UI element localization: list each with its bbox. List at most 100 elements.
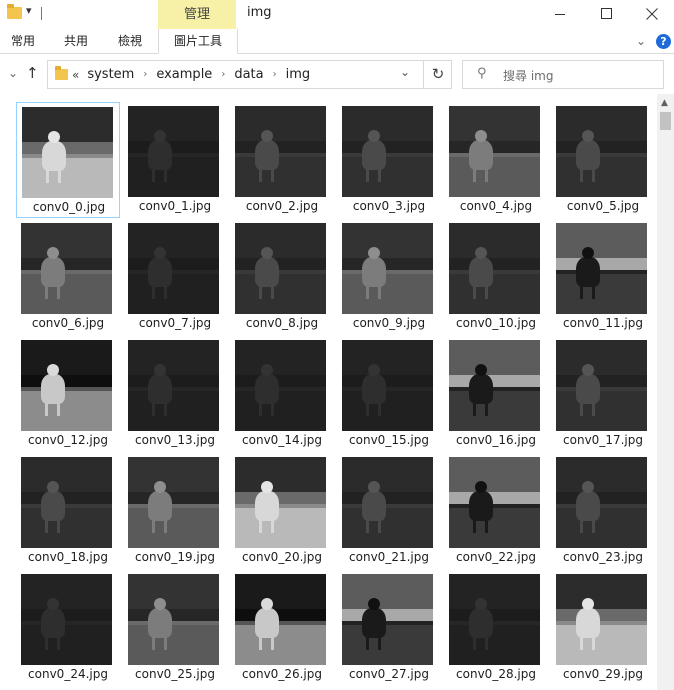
recent-locations-chevron-icon[interactable]: ⌄ (8, 66, 18, 80)
up-arrow-icon[interactable]: ↑ (26, 64, 39, 82)
file-item[interactable]: conv0_10.jpg (444, 219, 548, 335)
file-item[interactable]: conv0_8.jpg (230, 219, 334, 335)
file-item[interactable]: conv0_9.jpg (337, 219, 441, 335)
thumbnail-tree-region (235, 223, 326, 258)
file-thumbnail (449, 106, 540, 197)
file-item[interactable]: conv0_23.jpg (551, 453, 655, 569)
file-item[interactable]: conv0_3.jpg (337, 102, 441, 218)
file-item[interactable]: conv0_16.jpg (444, 336, 548, 452)
thumbnail-dog-leg (58, 167, 61, 183)
file-item[interactable]: conv0_15.jpg (337, 336, 441, 452)
breadcrumb-item-system[interactable]: system (87, 67, 134, 82)
file-item[interactable]: conv0_18.jpg (16, 453, 120, 569)
file-item[interactable]: conv0_5.jpg (551, 102, 655, 218)
thumbnail-dog-head (582, 364, 594, 376)
file-name-label: conv0_25.jpg (135, 667, 215, 681)
thumbnail-dog-leg (592, 634, 595, 650)
expand-ribbon-chevron-icon[interactable]: ⌄ (636, 34, 646, 48)
breadcrumb-separator-icon[interactable]: › (143, 69, 147, 80)
address-dropdown-icon[interactable]: ⌄ (400, 65, 410, 79)
address-bar[interactable]: « system › example › data › img ⌄ ↻ (47, 60, 452, 89)
thumbnail-dog-head (47, 598, 59, 610)
thumbnail-dog-leg (164, 400, 167, 416)
file-item[interactable]: conv0_14.jpg (230, 336, 334, 452)
file-name-label: conv0_7.jpg (138, 316, 212, 330)
thumbnail-dog-leg (592, 517, 595, 533)
search-box[interactable]: ⚲ 搜尋 img (462, 60, 664, 89)
file-item[interactable]: conv0_22.jpg (444, 453, 548, 569)
context-tab-manage[interactable]: 管理 (158, 0, 236, 30)
file-name-label: conv0_27.jpg (349, 667, 429, 681)
close-button[interactable] (629, 0, 674, 29)
file-item[interactable]: conv0_17.jpg (551, 336, 655, 452)
breadcrumb-separator-icon[interactable]: › (273, 69, 277, 80)
thumbnail-dog-leg (485, 400, 488, 416)
thumbnail-dog-leg (152, 166, 155, 182)
file-item[interactable]: conv0_29.jpg (551, 570, 655, 686)
file-thumbnail (556, 106, 647, 197)
title-bar: ▾ 管理 img (0, 0, 674, 30)
file-item[interactable]: conv0_21.jpg (337, 453, 441, 569)
thumbnail-dog-leg (378, 166, 381, 182)
tab-view[interactable]: 檢視 (106, 29, 154, 53)
file-item[interactable]: conv0_13.jpg (123, 336, 227, 452)
vertical-scrollbar[interactable]: ▲ (657, 94, 674, 690)
quick-access-dropdown-icon[interactable]: ▾ (26, 4, 32, 17)
breadcrumb-item-data[interactable]: data (234, 67, 263, 82)
scroll-up-icon[interactable]: ▲ (661, 98, 668, 108)
file-item[interactable]: conv0_12.jpg (16, 336, 120, 452)
file-item[interactable]: conv0_4.jpg (444, 102, 548, 218)
file-item[interactable]: conv0_1.jpg (123, 102, 227, 218)
breadcrumb-item-example[interactable]: example (156, 67, 212, 82)
file-name-label: conv0_10.jpg (456, 316, 536, 330)
thumbnail-tree-region (235, 574, 326, 609)
file-item[interactable]: conv0_0.jpg (16, 102, 120, 218)
thumbnail-dog-leg (366, 166, 369, 182)
thumbnail-dog-head (47, 481, 59, 493)
folder-icon (55, 66, 68, 80)
thumbnail-ground-region (342, 273, 433, 314)
thumbnail-tree-region (449, 223, 540, 258)
thumbnail-dog-head (475, 481, 487, 493)
help-icon[interactable]: ? (656, 34, 671, 49)
scrollbar-thumb[interactable] (660, 112, 671, 130)
tab-picture-tools[interactable]: 圖片工具 (158, 29, 238, 54)
file-item[interactable]: conv0_28.jpg (444, 570, 548, 686)
file-item[interactable]: conv0_26.jpg (230, 570, 334, 686)
thumbnail-tree-region (556, 340, 647, 375)
file-name-label: conv0_20.jpg (242, 550, 322, 564)
thumbnail-dog-head (261, 598, 273, 610)
file-item[interactable]: conv0_24.jpg (16, 570, 120, 686)
window-title: img (247, 5, 272, 20)
file-name-label: conv0_11.jpg (563, 316, 643, 330)
refresh-button[interactable]: ↻ (423, 61, 452, 88)
file-item[interactable]: conv0_7.jpg (123, 219, 227, 335)
folder-icon[interactable] (7, 4, 22, 19)
file-item[interactable]: conv0_20.jpg (230, 453, 334, 569)
thumbnail-dog-leg (473, 517, 476, 533)
tab-share[interactable]: 共用 (52, 29, 100, 53)
thumbnail-tree-region (449, 106, 540, 141)
file-item[interactable]: conv0_11.jpg (551, 219, 655, 335)
file-thumbnail (128, 457, 219, 548)
file-item[interactable]: conv0_27.jpg (337, 570, 441, 686)
file-item[interactable]: conv0_19.jpg (123, 453, 227, 569)
maximize-button[interactable] (583, 0, 629, 29)
tab-home[interactable]: 常用 (0, 29, 46, 53)
file-name-label: conv0_0.jpg (32, 200, 106, 214)
file-item[interactable]: conv0_25.jpg (123, 570, 227, 686)
file-thumbnail (21, 340, 112, 431)
thumbnail-dog-head (368, 598, 380, 610)
thumbnail-tree-region (128, 340, 219, 375)
breadcrumb-overflow-icon[interactable]: « (72, 68, 79, 82)
file-name-label: conv0_19.jpg (135, 550, 215, 564)
file-item[interactable]: conv0_2.jpg (230, 102, 334, 218)
thumbnail-tree-region (556, 574, 647, 609)
breadcrumb-item-img[interactable]: img (286, 67, 311, 82)
file-item[interactable]: conv0_6.jpg (16, 219, 120, 335)
breadcrumb: « system › example › data › img (72, 61, 310, 88)
minimize-button[interactable] (537, 0, 583, 29)
breadcrumb-separator-icon[interactable]: › (221, 69, 225, 80)
thumbnail-ground-region (556, 507, 647, 548)
thumbnail-ground-region (235, 156, 326, 197)
